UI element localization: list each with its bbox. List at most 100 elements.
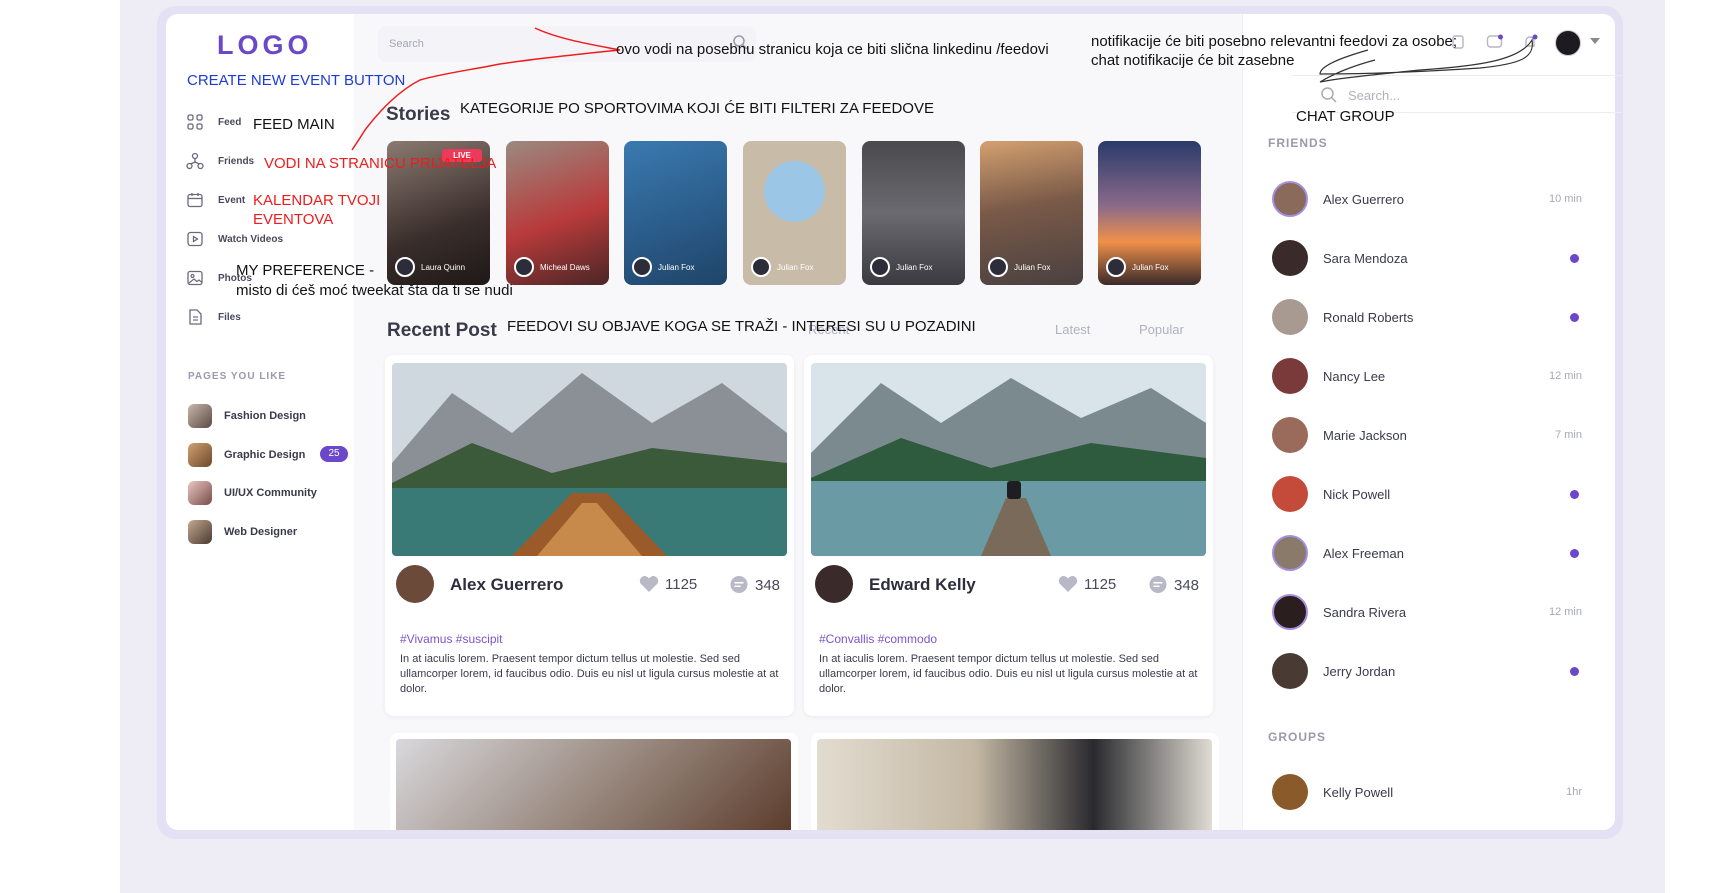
story-avatar	[395, 257, 415, 277]
story-card[interactable]: Julian Fox	[862, 141, 965, 285]
annotation-friends-page: VODI NA STRANICU PRIJATELJA	[264, 155, 497, 172]
tab-popular[interactable]: Popular	[1139, 322, 1184, 337]
story-card[interactable]: Julian Fox	[624, 141, 727, 285]
avatar	[1272, 417, 1308, 453]
friend-item[interactable]: Marie Jackson 7 min	[1272, 415, 1582, 455]
like-button[interactable]: 1125	[1057, 575, 1116, 593]
logo[interactable]: LOGO	[217, 30, 313, 61]
pages-heading: PAGES YOU LIKE	[188, 371, 287, 382]
story-card[interactable]: Micheal Daws	[506, 141, 609, 285]
comment-button[interactable]: 348	[728, 575, 780, 595]
post-image-lake-boat	[392, 363, 787, 556]
group-name: Kelly Powell	[1323, 785, 1394, 800]
count-badge: 25	[320, 446, 348, 462]
story-avatar	[751, 257, 771, 277]
avatar	[1272, 358, 1308, 394]
avatar	[1272, 535, 1308, 571]
page-thumbnail	[188, 481, 212, 505]
sidebar-item-label: Watch Videos	[218, 233, 284, 245]
post-image	[811, 363, 1206, 556]
page-item-label: UI/UX Community	[224, 487, 317, 499]
story-name: Micheal Daws	[540, 263, 590, 272]
story-card[interactable]: Julian Fox	[743, 141, 846, 285]
sidebar-item-files[interactable]: Files	[186, 305, 241, 329]
page-item-label: Fashion Design	[224, 410, 306, 422]
annotation-calendar-line1: KALENDAR TVOJI	[253, 192, 381, 209]
friend-item[interactable]: Nick Powell	[1272, 474, 1582, 514]
post-image	[817, 739, 1212, 830]
friend-item[interactable]: Ronald Roberts	[1272, 297, 1582, 337]
friend-name: Jerry Jordan	[1323, 664, 1396, 679]
heart-icon	[1058, 576, 1078, 592]
story-name: Julian Fox	[1132, 263, 1169, 272]
friend-item[interactable]: Sandra Rivera 12 min	[1272, 592, 1582, 632]
sidebar-item-friends[interactable]: Friends	[186, 149, 254, 173]
friend-time: 12 min	[1548, 370, 1582, 382]
like-count: 1125	[1084, 575, 1117, 593]
friend-name: Ronald Roberts	[1323, 310, 1414, 325]
group-item[interactable]: Kelly Powell 1hr	[1272, 772, 1582, 812]
story-name: Julian Fox	[896, 263, 933, 272]
file-icon	[189, 309, 202, 325]
page-item-graphic-design[interactable]: Graphic Design	[188, 442, 305, 468]
page-item-label: Web Designer	[224, 526, 298, 538]
post-card[interactable]: Edward Kelly 1125 348 #Convallis #commod…	[804, 355, 1213, 716]
story-card[interactable]: Julian Fox	[980, 141, 1083, 285]
friend-name: Sandra Rivera	[1323, 605, 1407, 620]
grid-icon	[187, 114, 203, 130]
annotation-stories-note: KATEGORIJE PO SPORTOVIMA KOJI ĆE BITI FI…	[460, 100, 934, 117]
avatar[interactable]	[815, 565, 853, 603]
page-item-fashion-design[interactable]: Fashion Design	[188, 403, 306, 429]
annotation-feed-main: FEED MAIN	[253, 116, 335, 133]
profile-avatar[interactable]	[1555, 30, 1581, 56]
page-item-uiux-community[interactable]: UI/UX Community	[188, 480, 317, 506]
chat-icon[interactable]	[1486, 34, 1504, 50]
friend-time: 7 min	[1555, 429, 1582, 441]
sidebar-item-event[interactable]: Event	[186, 188, 245, 212]
friend-item[interactable]: Nancy Lee 12 min	[1272, 356, 1582, 396]
bell-icon[interactable]	[1522, 34, 1538, 50]
post-image	[396, 739, 791, 830]
annotation-create-event: CREATE NEW EVENT BUTTON	[187, 72, 406, 89]
tab-latest[interactable]: Latest	[1055, 322, 1090, 337]
calendar-icon	[187, 193, 203, 208]
story-avatar	[632, 257, 652, 277]
sidebar-item-label: Files	[218, 311, 241, 323]
online-status-dot	[1570, 313, 1579, 322]
friend-item[interactable]: Sara Mendoza	[1272, 238, 1582, 278]
avatar	[1272, 181, 1308, 217]
sidebar-item-watch-videos[interactable]: Watch Videos	[186, 227, 283, 251]
avatar[interactable]	[396, 565, 434, 603]
like-button[interactable]: 1125	[638, 575, 697, 593]
post-card[interactable]	[390, 733, 798, 830]
sidebar-item-feed[interactable]: Feed	[186, 110, 241, 134]
friend-time: 12 min	[1548, 606, 1582, 618]
avatar	[1272, 476, 1308, 512]
comment-icon	[730, 576, 748, 593]
search-icon	[1321, 87, 1337, 103]
post-tags[interactable]: #Convallis #commodo	[819, 632, 937, 646]
friends-heading: FRIENDS	[1268, 136, 1328, 150]
page-item-label: Graphic Design	[224, 449, 306, 461]
online-status-dot	[1570, 667, 1579, 676]
comment-button[interactable]: 348	[1147, 575, 1199, 595]
chevron-down-icon[interactable]	[1590, 38, 1600, 44]
post-card[interactable]: Alex Guerrero 1125 348 #Vivamus #suscipi…	[385, 355, 794, 716]
story-avatar	[514, 257, 534, 277]
post-author[interactable]: Alex Guerrero	[450, 575, 563, 595]
post-tags[interactable]: #Vivamus #suscipit	[400, 632, 503, 646]
post-card[interactable]	[811, 733, 1219, 830]
friend-item[interactable]: Alex Guerrero 10 min	[1272, 179, 1582, 219]
avatar	[1272, 653, 1308, 689]
sidebar-item-label: Friends	[218, 155, 255, 167]
image-icon	[187, 270, 203, 286]
friend-item[interactable]: Alex Freeman	[1272, 533, 1582, 573]
friend-name: Marie Jackson	[1323, 428, 1407, 443]
friend-name: Alex Guerrero	[1323, 192, 1404, 207]
post-author[interactable]: Edward Kelly	[869, 575, 976, 595]
groups-heading: GROUPS	[1268, 730, 1327, 744]
friend-item[interactable]: Jerry Jordan	[1272, 651, 1582, 691]
story-card[interactable]: Julian Fox	[1098, 141, 1201, 285]
story-name: Julian Fox	[1014, 263, 1051, 272]
page-item-web-designer[interactable]: Web Designer	[188, 519, 297, 545]
